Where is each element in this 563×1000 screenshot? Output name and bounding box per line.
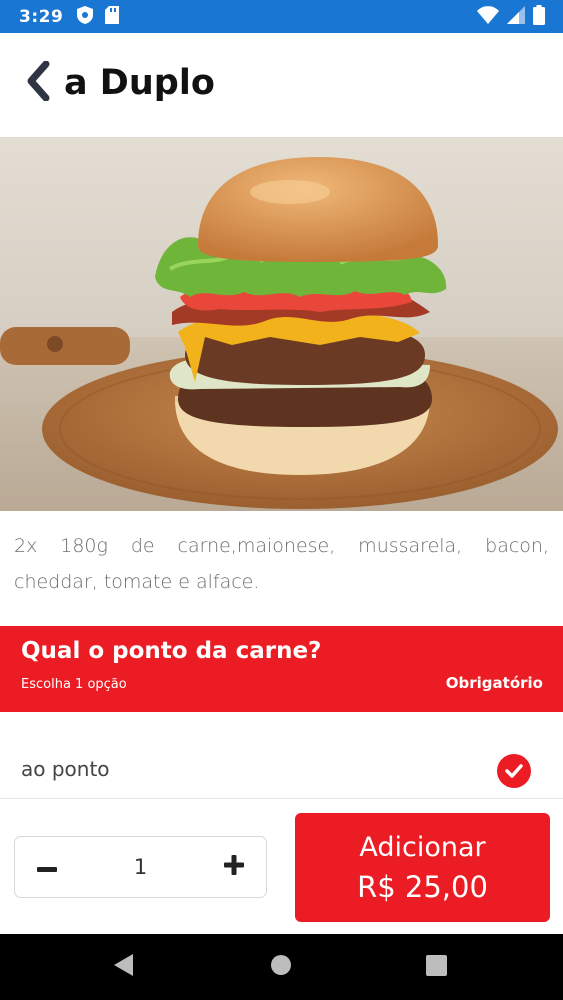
chevron-left-icon [24, 60, 52, 105]
nav-home-button[interactable] [267, 953, 295, 981]
page-title: a Duplo [64, 63, 215, 103]
quantity-value: 1 [133, 855, 148, 879]
required-badge: Obrigatório [445, 674, 543, 692]
bottom-action-bar: 1 Adicionar R$ 25,00 [0, 798, 563, 934]
option-item[interactable]: ao ponto [0, 712, 563, 798]
plus-icon [224, 855, 244, 879]
status-system-icons [477, 0, 545, 33]
add-button-price: R$ 25,00 [357, 869, 488, 904]
circle-home-icon [270, 954, 292, 980]
signal-icon [507, 5, 525, 28]
product-image [0, 137, 563, 511]
nav-recents-button[interactable] [422, 953, 450, 981]
wifi-icon [477, 5, 499, 28]
status-bar: 3:29 [0, 0, 563, 33]
quantity-stepper: 1 [14, 836, 267, 898]
nav-back-button[interactable] [110, 953, 138, 981]
option-item-label: ao ponto [21, 757, 110, 781]
check-icon[interactable] [497, 754, 531, 788]
sd-card-icon [105, 5, 120, 28]
shield-icon [77, 5, 94, 28]
option-group-subtitle: Escolha 1 opção [21, 677, 127, 692]
decrease-quantity-button[interactable] [17, 837, 77, 897]
square-recents-icon [425, 954, 447, 980]
add-button-label: Adicionar [359, 831, 486, 863]
increase-quantity-button[interactable] [204, 837, 264, 897]
option-group-header: Qual o ponto da carne? Escolha 1 opção O… [0, 626, 563, 712]
product-description: 2x 180g de carne,maionese, mussarela, ba… [14, 535, 549, 593]
battery-icon [533, 4, 545, 29]
add-to-cart-button[interactable]: Adicionar R$ 25,00 [295, 813, 550, 922]
header: a Duplo [0, 33, 563, 137]
minus-icon [37, 858, 57, 877]
triangle-back-icon [113, 953, 135, 981]
navigation-bar [0, 934, 563, 1000]
option-group-title: Qual o ponto da carne? [21, 638, 322, 664]
back-button[interactable] [18, 60, 58, 105]
status-notification-icons [77, 5, 120, 28]
status-time: 3:29 [19, 6, 64, 27]
